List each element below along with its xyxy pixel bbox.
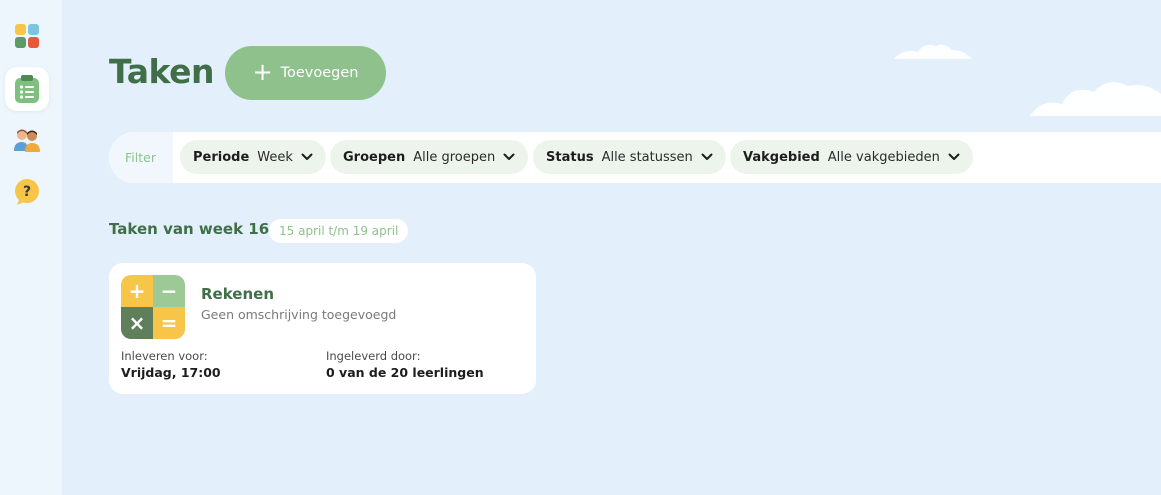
- filter-pill-value: Alle statussen: [601, 149, 693, 165]
- week-section-title: Taken van week 16: [109, 220, 270, 238]
- svg-text:?: ?: [23, 184, 31, 200]
- submitted-label: Ingeleverd door:: [326, 349, 421, 363]
- equals-symbol: =: [153, 307, 185, 339]
- apps-grid-icon: [15, 24, 39, 48]
- help-icon: ?: [15, 179, 39, 205]
- main-content: Taken + Toevoegen Filter Periode Week Gr…: [62, 0, 1161, 495]
- page-title: Taken: [109, 52, 214, 91]
- clipboard-tasks-icon: [15, 75, 39, 103]
- chevron-down-icon: [948, 153, 960, 160]
- filter-pill-periode[interactable]: Periode Week: [180, 140, 326, 174]
- add-task-button[interactable]: + Toevoegen: [225, 46, 386, 100]
- filter-pill-value: Alle vakgebieden: [827, 149, 940, 165]
- multiply-symbol: ×: [121, 307, 153, 339]
- filter-pill-name: Groepen: [343, 149, 406, 165]
- filter-pill-value: Week: [257, 149, 293, 165]
- filter-pill-value: Alle groepen: [413, 149, 496, 165]
- week-date-range: 15 april t/m 19 april: [269, 219, 409, 243]
- due-label: Inleveren voor:: [121, 349, 208, 363]
- sidebar-item-help[interactable]: ?: [5, 170, 49, 214]
- minus-symbol: −: [153, 275, 185, 307]
- students-icon: [14, 129, 40, 152]
- plus-icon: +: [252, 58, 273, 86]
- filter-label: Filter: [109, 132, 173, 183]
- sidebar: ?: [0, 0, 62, 495]
- chevron-down-icon: [701, 153, 713, 160]
- task-description: Geen omschrijving toegevoegd: [201, 307, 397, 322]
- filter-pill-name: Periode: [193, 149, 250, 165]
- chevron-down-icon: [503, 153, 515, 160]
- filter-pill-vakgebied[interactable]: Vakgebied Alle vakgebieden: [730, 140, 973, 174]
- submitted-value: 0 van de 20 leerlingen: [326, 365, 484, 380]
- due-value: Vrijdag, 17:00: [121, 365, 221, 380]
- add-task-button-label: Toevoegen: [280, 65, 359, 81]
- sidebar-item-apps[interactable]: [5, 14, 49, 58]
- chevron-down-icon: [301, 153, 313, 160]
- filter-bar: Filter Periode Week Groepen Alle groepen…: [109, 132, 1161, 183]
- filter-pill-status[interactable]: Status Alle statussen: [533, 140, 726, 174]
- filter-pill-name: Status: [546, 149, 594, 165]
- sidebar-item-students[interactable]: [5, 118, 49, 162]
- plus-symbol: +: [121, 275, 153, 307]
- filter-pill-groepen[interactable]: Groepen Alle groepen: [330, 140, 529, 174]
- sidebar-item-tasks[interactable]: [5, 67, 49, 111]
- task-card[interactable]: + − × = Rekenen Geen omschrijving toegev…: [109, 263, 536, 394]
- task-name: Rekenen: [201, 285, 275, 303]
- filter-pill-name: Vakgebied: [743, 149, 820, 165]
- calculator-icon: + − × =: [121, 275, 185, 339]
